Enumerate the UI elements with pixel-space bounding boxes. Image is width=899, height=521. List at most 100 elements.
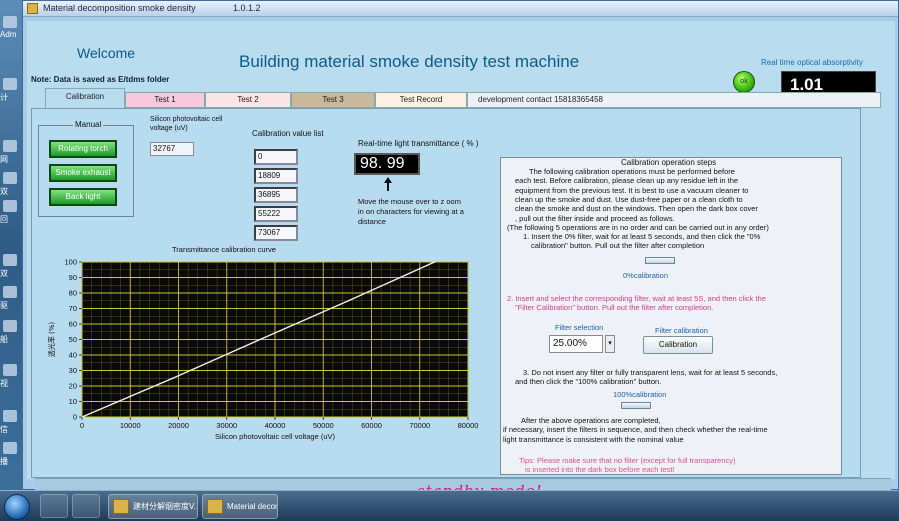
taskbar-task-1[interactable]: 建材分解烟密度V... — [108, 494, 198, 519]
transmittance-value[interactable]: 98. 99 — [354, 153, 420, 175]
page-title: Building material smoke density test mac… — [239, 52, 580, 71]
steps-line: Tips: Please make sure that no filter (e… — [519, 456, 736, 465]
task-1-label: 建材分解烟密度V... — [133, 502, 198, 511]
x-tick-label: 40000 — [265, 421, 286, 430]
save-note: Note: Data is saved as E/tdms folder — [31, 75, 170, 84]
x-tick-label: 20000 — [168, 421, 189, 430]
desktop-icon-label: 计 — [0, 93, 8, 102]
steps-line: 1. Insert the 0% filter, wait for at lea… — [523, 232, 761, 242]
desktop-icon[interactable] — [3, 140, 17, 152]
y-tick-label: 20 — [69, 382, 77, 391]
app-window: Material decomposition smoke density 1.0… — [22, 0, 899, 500]
rotating-torch-button[interactable]: Rotating torch — [49, 140, 117, 158]
y-tick-label: 60 — [69, 320, 77, 329]
chevron-down-icon[interactable]: ▾ — [605, 335, 615, 353]
calibration-list-label: Calibration value list — [252, 129, 324, 138]
y-tick-label: 90 — [69, 273, 77, 282]
desktop-icon[interactable] — [3, 172, 17, 184]
steps-line: 2. Insert and select the corresponding f… — [507, 294, 766, 303]
desktop-icon[interactable] — [3, 442, 17, 454]
window-title: Material decomposition smoke density — [43, 3, 196, 13]
desktop-icon-label: 播 — [0, 457, 8, 466]
app-icon — [27, 3, 38, 14]
x-tick-label: 70000 — [409, 421, 430, 430]
desktop-icon-label: 双 — [0, 187, 8, 196]
calibration-value-2: 36895 — [254, 187, 298, 203]
desktop-icon[interactable] — [3, 410, 17, 422]
desktop-icon[interactable] — [3, 254, 17, 266]
steps-line: clean up the smoke and dust. Use dust-fr… — [515, 194, 743, 204]
steps-line: After the above operations are completed… — [521, 416, 661, 425]
calibration-steps-panel: Calibration operation steps The followin… — [500, 157, 842, 475]
window-version: 1.0.1.2 — [233, 3, 261, 13]
taskbar-task-2[interactable]: Material decom... — [202, 494, 278, 519]
calibration-value-3: 55222 — [254, 206, 298, 222]
steps-line: The following calibration operations mus… — [529, 167, 735, 176]
y-tick-label: 30 — [69, 366, 77, 375]
calibration-value-0: 0 — [254, 149, 298, 165]
desktop-strip: Adm 计网双回双驱船视信播 — [0, 0, 22, 490]
desktop-icon-label: 双 — [0, 269, 8, 278]
steps-line: , pull out the filter inside and proceed… — [515, 213, 675, 223]
x-tick-label: 30000 — [216, 421, 237, 430]
series-point — [347, 299, 350, 302]
desktop-icon[interactable] — [3, 286, 17, 298]
desktop-icon-label: 驱 — [0, 301, 8, 310]
desktop-icon-label: 视 — [0, 379, 8, 388]
zero-calibration-label: 0%calibration — [623, 271, 669, 280]
cell-voltage-label: Silicon photovoltaic cell voltage (uV) — [150, 116, 223, 132]
y-tick-label: 0 — [73, 413, 77, 422]
task-1-icon — [113, 499, 129, 514]
transmittance-chart: 0 10000 20000 30000 40000 50000 60000 70000 8000… — [47, 258, 479, 442]
zero-calibration-button[interactable] — [645, 257, 675, 264]
cell-voltage-value: 32767 — [150, 142, 194, 156]
explorer-icon[interactable] — [40, 494, 68, 518]
steps-line: light transmittance is consistent with t… — [503, 434, 684, 444]
x-tick-label: 80000 — [458, 421, 479, 430]
title-bar[interactable]: Material decomposition smoke density 1.0… — [23, 1, 898, 17]
tab-test-2[interactable]: Test 2 — [205, 92, 291, 108]
desktop-icon[interactable] — [3, 364, 17, 376]
manual-group: Manual Rotating torch Smoke exhaust Back… — [38, 120, 134, 217]
filter-calibration-button[interactable]: Calibration — [643, 336, 713, 354]
taskbar: 建材分解烟密度V... Material decom... — [0, 490, 899, 521]
desktop-icon-label: 回 — [0, 215, 8, 224]
filter-selection-label: Filter selection — [555, 323, 604, 332]
tab-test-1[interactable]: Test 1 — [125, 92, 205, 108]
steps-line: clean the smoke and dust on the windows.… — [515, 204, 758, 214]
smoke-exhaust-button[interactable]: Smoke exhaust — [49, 164, 117, 182]
start-button[interactable] — [4, 494, 30, 520]
zoom-hint: Move the mouse over to z oom in on chara… — [358, 197, 464, 226]
desktop-icon[interactable] — [3, 78, 17, 90]
y-tick-label: 40 — [69, 351, 77, 360]
desktop-icon[interactable] — [3, 200, 17, 212]
x-tick-label: 60000 — [361, 421, 382, 430]
task-2-label: Material decom... — [227, 502, 277, 511]
y-tick-label: 80 — [69, 289, 77, 298]
tab-development[interactable]: development contact 15818365458 — [467, 92, 881, 108]
desktop-icon-label: 船 — [0, 335, 8, 344]
steps-line: is inserted into the dark box before eac… — [525, 465, 675, 475]
steps-line: 3. Do not insert any filter or fully tra… — [523, 368, 778, 377]
tab-calibration[interactable]: Calibration — [45, 88, 125, 110]
tab-bar: Calibration Test 1 Test 2 Test 3 Test Re… — [45, 88, 881, 110]
y-tick-label: 10 — [69, 397, 77, 406]
calibration-tab-content: Manual Rotating torch Smoke exhaust Back… — [31, 108, 861, 478]
manual-group-title: Manual — [73, 120, 104, 129]
tab-test-3[interactable]: Test 3 — [291, 92, 375, 108]
filter-calibration-label: Filter calibration — [655, 326, 708, 335]
full-calibration-button[interactable] — [621, 402, 651, 409]
desktop-icon[interactable] — [3, 320, 17, 332]
transmittance-label: Real-time light transmittance ( % ) — [358, 139, 479, 148]
filter-selection-select[interactable]: 25.00% — [549, 335, 603, 353]
desktop-icon-label: 信 — [0, 425, 8, 434]
series-point — [259, 338, 261, 341]
desktop-icon[interactable] — [3, 16, 17, 28]
x-tick-label: 0 — [80, 421, 84, 430]
desktop-icon-label: 网 — [0, 155, 8, 164]
welcome-text: Welcome — [77, 45, 136, 61]
steps-line: "Filter Calibration" button. Pull out th… — [515, 303, 714, 313]
ie-icon[interactable] — [72, 494, 100, 518]
tab-test-record[interactable]: Test Record — [375, 92, 467, 108]
back-light-button[interactable]: Back light — [49, 188, 117, 206]
